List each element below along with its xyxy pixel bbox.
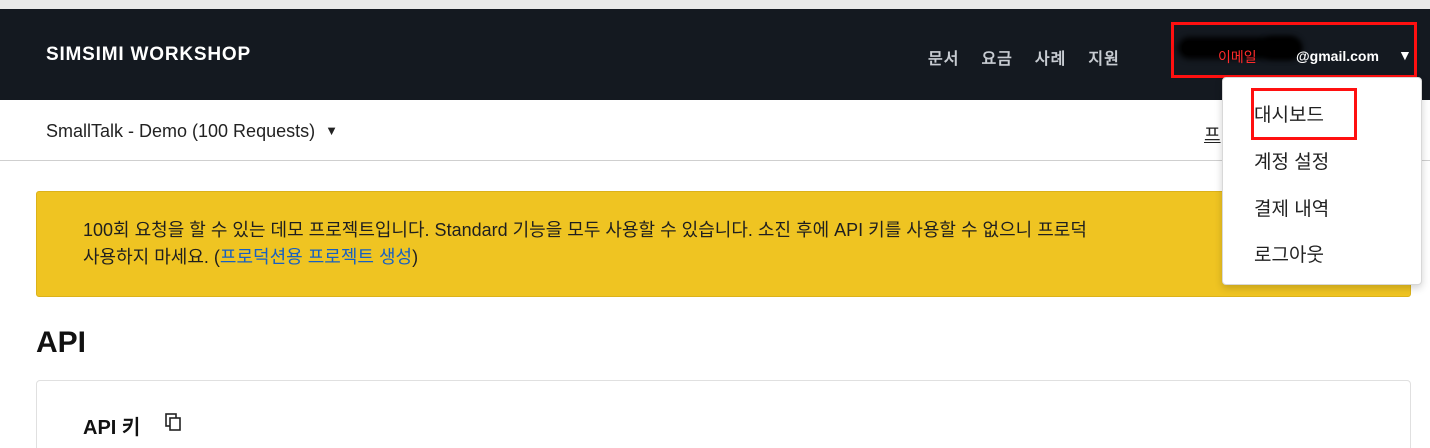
demo-notice-banner: 100회 요청을 할 수 있는 데모 프로젝트입니다. Standard 기능을…	[36, 191, 1411, 297]
account-dropdown-menu: 대시보드 계정 설정 결제 내역 로그아웃	[1222, 77, 1422, 285]
api-section-title: API	[36, 326, 87, 359]
notice-line-1: 100회 요청을 할 수 있는 데모 프로젝트입니다. Standard 기능을…	[83, 220, 1087, 240]
project-name: SmallTalk - Demo (100 Requests)	[46, 121, 316, 141]
main-nav: 문서 요금 사례 지원	[928, 45, 1120, 69]
copy-icon[interactable]	[165, 413, 181, 431]
account-menu-toggle[interactable]: 이메일 @gmail.com ▼	[1171, 22, 1417, 78]
caret-down-icon: ▼	[325, 123, 338, 138]
nav-pricing[interactable]: 요금	[981, 45, 1012, 69]
menu-item-logout[interactable]: 로그아웃	[1254, 240, 1324, 267]
project-selector[interactable]: SmallTalk - Demo (100 Requests) ▼	[46, 121, 338, 142]
menu-item-billing-history[interactable]: 결제 내역	[1254, 194, 1329, 221]
nav-support[interactable]: 지원	[1088, 45, 1119, 69]
top-navbar: SIMSIMI WORKSHOP 문서 요금 사례 지원 이메일 @gmail.…	[0, 0, 1430, 100]
caret-down-icon: ▼	[1398, 47, 1412, 63]
account-email: @gmail.com	[1296, 48, 1379, 64]
notice-line-2: 사용하지 마세요. (프로덕션용 프로젝트 생성)	[83, 247, 419, 267]
api-key-label: API 키	[83, 417, 141, 439]
brand-logo[interactable]: SIMSIMI WORKSHOP	[46, 44, 251, 66]
menu-item-dashboard[interactable]: 대시보드	[1254, 100, 1324, 127]
project-settings-link[interactable]: 프	[1204, 121, 1221, 147]
email-annotation: 이메일	[1218, 49, 1257, 65]
nav-cases[interactable]: 사례	[1035, 45, 1066, 69]
menu-item-account-settings[interactable]: 계정 설정	[1254, 147, 1329, 174]
create-production-project-link[interactable]: 프로덕션용 프로젝트 생성	[220, 247, 412, 267]
project-bar: SmallTalk - Demo (100 Requests) ▼ 프	[0, 100, 1430, 161]
nav-docs[interactable]: 문서	[928, 45, 959, 69]
api-key-card: API 키	[36, 380, 1411, 448]
redacted-email-blur	[1266, 41, 1296, 55]
